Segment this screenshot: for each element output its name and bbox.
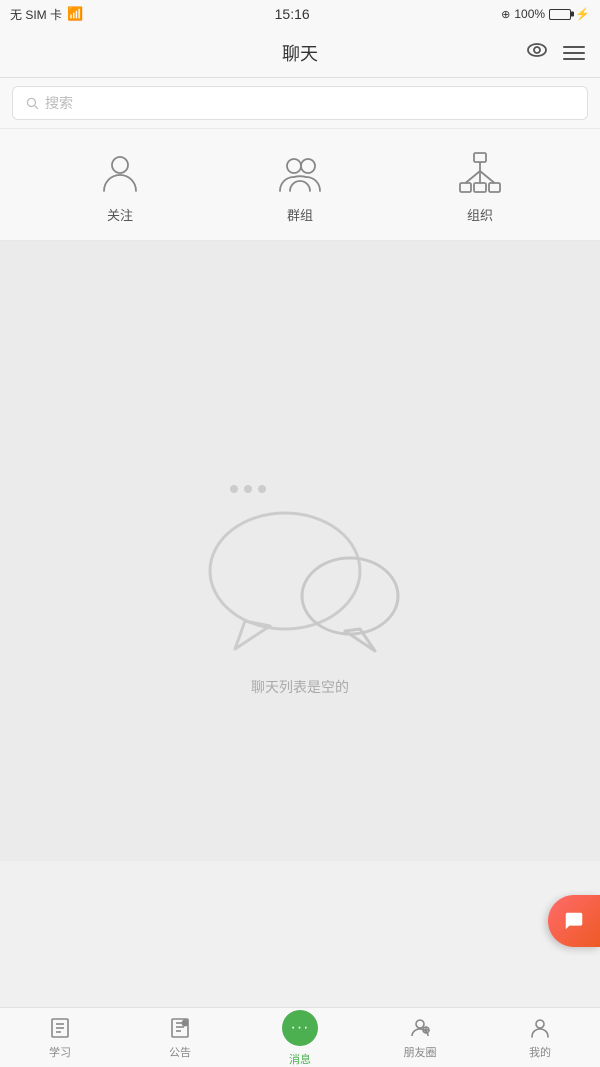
study-icon: [48, 1016, 72, 1040]
status-right: ⊕ 100% ⚡: [501, 7, 590, 21]
category-row: 关注 群组 组织: [0, 129, 600, 241]
status-left: 无 SIM 卡 📶: [10, 6, 83, 23]
page-title: 聊天: [282, 40, 318, 66]
eye-button[interactable]: [525, 38, 549, 67]
notice-label: 公告: [169, 1044, 191, 1060]
search-bar[interactable]: 搜索: [12, 86, 588, 120]
charging-icon: ⚡: [575, 7, 590, 21]
svg-text:!: !: [184, 1021, 185, 1026]
empty-illustration: 聊天列表是空的: [190, 485, 410, 697]
message-active-bubble: ···: [282, 1010, 318, 1046]
search-icon: [25, 96, 39, 110]
search-bar-wrap: 搜索: [0, 78, 600, 129]
org-label: 组织: [467, 205, 493, 224]
tab-notice[interactable]: ! 公告: [120, 1015, 240, 1060]
org-icon: [456, 149, 504, 197]
search-placeholder: 搜索: [45, 93, 73, 113]
tab-study[interactable]: 学习: [0, 1015, 120, 1060]
message-dots: ···: [291, 1019, 310, 1037]
category-follow[interactable]: 关注: [96, 149, 144, 224]
mine-label: 我的: [529, 1044, 551, 1060]
group-label: 群组: [287, 205, 313, 224]
tab-friends[interactable]: 朋友圈: [360, 1015, 480, 1060]
sim-text: 无 SIM 卡: [10, 6, 62, 23]
follow-icon: [96, 149, 144, 197]
group-icon: [276, 149, 324, 197]
wifi-icon: 📶: [67, 6, 83, 22]
mine-icon: [528, 1016, 552, 1040]
nav-bar: 聊天: [0, 28, 600, 78]
chat-bubbles-svg: [190, 501, 410, 661]
mine-icon-wrap: [527, 1015, 553, 1041]
friends-icon-wrap: [407, 1015, 433, 1041]
message-label: 消息: [289, 1051, 311, 1067]
lock-icon: ⊕: [501, 8, 510, 21]
study-label: 学习: [49, 1044, 71, 1060]
fab-button[interactable]: [548, 895, 600, 947]
fab-chat-icon: [563, 910, 585, 932]
battery-icon: [549, 9, 571, 20]
notice-icon-wrap: !: [167, 1015, 193, 1041]
menu-button[interactable]: [563, 46, 585, 60]
follow-label: 关注: [107, 205, 133, 224]
message-icon-wrap: ···: [280, 1008, 320, 1048]
status-bar: 无 SIM 卡 📶 15:16 ⊕ 100% ⚡: [0, 0, 600, 28]
tab-message[interactable]: ··· 消息: [240, 1008, 360, 1067]
tab-bar: 学习 ! 公告 ··· 消息: [0, 1007, 600, 1067]
category-group[interactable]: 群组: [276, 149, 324, 224]
bubble-dots: [230, 485, 266, 493]
study-icon-wrap: [47, 1015, 73, 1041]
category-org[interactable]: 组织: [456, 149, 504, 224]
status-time: 15:16: [275, 6, 310, 22]
nav-right-actions: [525, 38, 585, 67]
tab-mine[interactable]: 我的: [480, 1015, 600, 1060]
main-content: 聊天列表是空的: [0, 241, 600, 861]
notice-icon: !: [168, 1016, 192, 1040]
battery-percent: 100%: [514, 7, 545, 21]
friends-label: 朋友圈: [404, 1044, 437, 1060]
friends-icon: [408, 1016, 432, 1040]
empty-message: 聊天列表是空的: [251, 677, 349, 697]
